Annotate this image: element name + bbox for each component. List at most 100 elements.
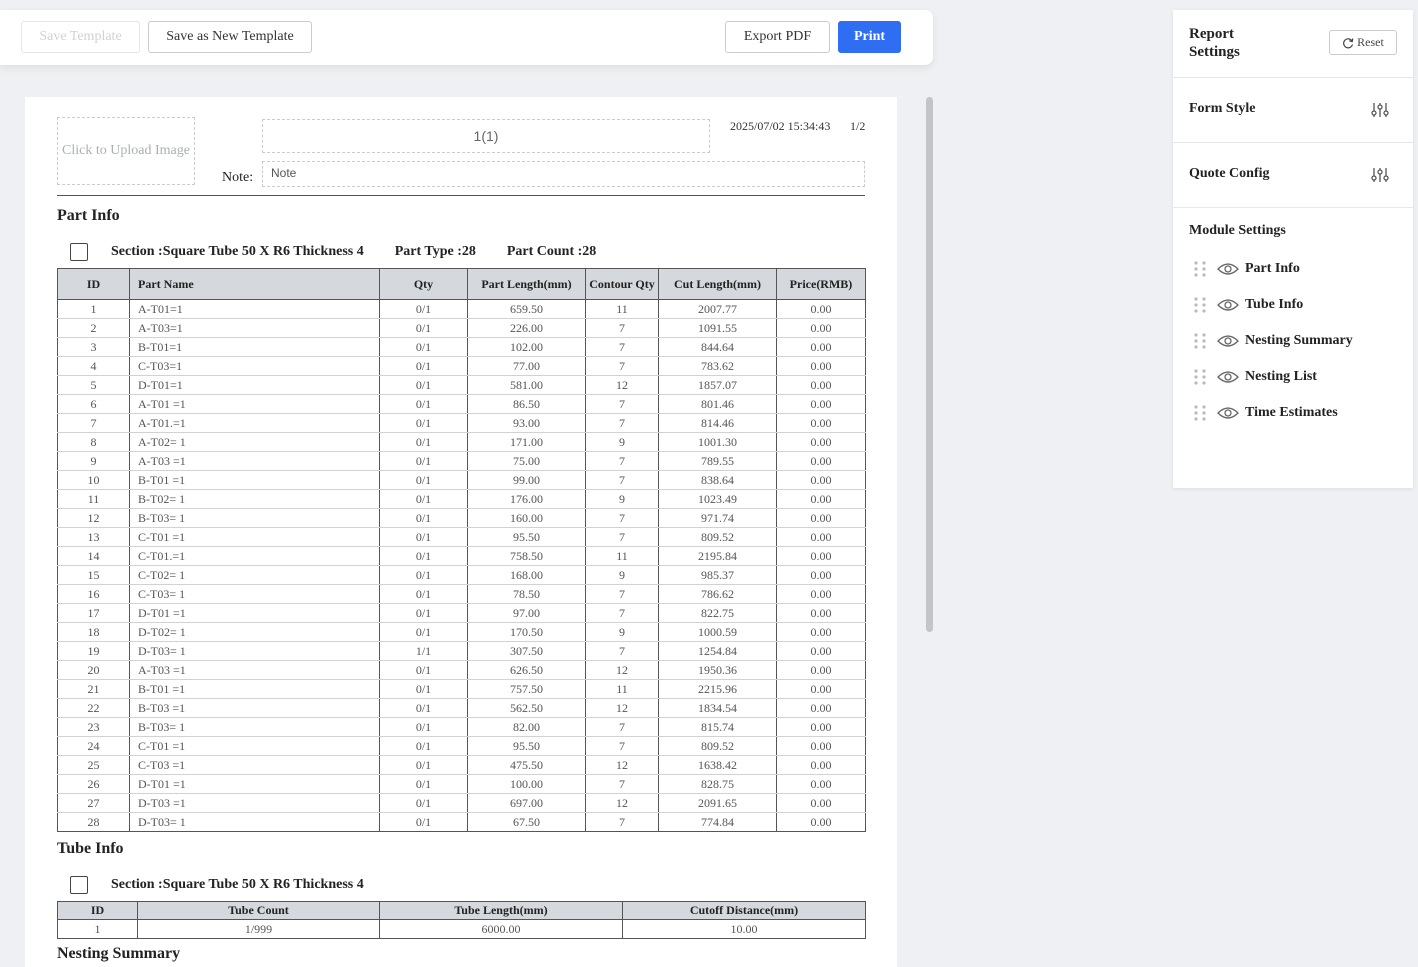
table-cell: 0.00 — [776, 375, 866, 395]
table-cell: 1001.30 — [658, 432, 777, 452]
table-row: 4 C-T03=1 0/1 77.00 7 783.62 0.00 — [57, 356, 866, 376]
table-cell: 11 — [585, 679, 659, 699]
save-template-button[interactable]: Save Template — [21, 21, 140, 53]
nesting-summary-title: Nesting Summary — [57, 945, 181, 962]
col-header: Cut Length(mm) — [658, 268, 777, 300]
table-row: 17 D-T01 =1 0/1 97.00 7 822.75 0.00 — [57, 603, 866, 623]
module-item[interactable]: Part Info — [1193, 260, 1300, 278]
table-cell: 12 — [585, 793, 659, 813]
table-cell: A-T03 =1 — [129, 451, 380, 471]
table-cell: 809.52 — [658, 736, 777, 756]
table-cell: 0/1 — [379, 527, 468, 547]
sliders-icon[interactable] — [1370, 102, 1390, 118]
table-row: 10 B-T01 =1 0/1 99.00 7 838.64 0.00 — [57, 470, 866, 490]
table-cell: 95.50 — [467, 736, 586, 756]
eye-icon[interactable] — [1217, 406, 1239, 420]
table-cell: 0.00 — [776, 565, 866, 585]
drag-handle-icon[interactable] — [1193, 332, 1207, 350]
table-cell: 23 — [57, 717, 130, 737]
module-item[interactable]: Nesting List — [1193, 368, 1317, 386]
note-field[interactable]: Note — [262, 161, 865, 187]
sliders-icon[interactable] — [1370, 167, 1390, 183]
save-as-new-template-button[interactable]: Save as New Template — [148, 21, 312, 53]
table-row: 16 C-T03= 1 0/1 78.50 7 786.62 0.00 — [57, 584, 866, 604]
tube-info-title: Tube Info — [57, 840, 124, 857]
module-item[interactable]: Time Estimates — [1193, 404, 1338, 422]
quote-config-label[interactable]: Quote Config — [1189, 166, 1270, 182]
eye-icon[interactable] — [1217, 370, 1239, 384]
table-cell: C-T03=1 — [129, 356, 380, 376]
eye-icon[interactable] — [1217, 262, 1239, 276]
module-item[interactable]: Nesting Summary — [1193, 332, 1353, 350]
drag-handle-icon[interactable] — [1193, 260, 1207, 278]
table-row: 15 C-T02= 1 0/1 168.00 9 985.37 0.00 — [57, 565, 866, 585]
table-cell: 0/1 — [379, 812, 468, 832]
upload-image-area[interactable]: Click to Upload Image — [57, 117, 195, 185]
table-row: 26 D-T01 =1 0/1 100.00 7 828.75 0.00 — [57, 774, 866, 794]
report-title-field[interactable]: 1(1) — [262, 119, 710, 153]
table-row: 7 A-T01.=1 0/1 93.00 7 814.46 0.00 — [57, 413, 866, 433]
col-header: ID — [57, 268, 130, 300]
table-cell: 0/1 — [379, 717, 468, 737]
table-cell: 7 — [585, 318, 659, 338]
table-cell: B-T03= 1 — [129, 717, 380, 737]
col-header: Part Name — [129, 268, 380, 300]
page-number: 1/2 — [850, 119, 866, 133]
drag-handle-icon[interactable] — [1193, 296, 1207, 314]
table-row: 12 B-T03= 1 0/1 160.00 7 971.74 0.00 — [57, 508, 866, 528]
table-cell: 0.00 — [776, 508, 866, 528]
table-cell: 7 — [585, 337, 659, 357]
report-settings-panel: Report Settings Reset Form Style Quote C… — [1173, 10, 1413, 488]
table-cell: 0/1 — [379, 546, 468, 566]
eye-icon[interactable] — [1217, 298, 1239, 312]
module-item[interactable]: Tube Info — [1193, 296, 1303, 314]
part-info-title: Part Info — [57, 207, 120, 224]
table-cell: 0.00 — [776, 489, 866, 509]
table-cell: 0.00 — [776, 546, 866, 566]
table-cell: 0.00 — [776, 527, 866, 547]
table-cell: 160.00 — [467, 508, 586, 528]
export-pdf-button[interactable]: Export PDF — [725, 21, 830, 53]
table-cell: 838.64 — [658, 470, 777, 490]
table-cell: A-T01=1 — [129, 299, 380, 319]
table-cell: 0/1 — [379, 394, 468, 414]
table-cell: 475.50 — [467, 755, 586, 775]
table-cell: 822.75 — [658, 603, 777, 623]
table-row: 3 B-T01=1 0/1 102.00 7 844.64 0.00 — [57, 337, 866, 357]
table-cell: 7 — [585, 451, 659, 471]
table-cell: 1/999 — [137, 919, 380, 939]
drag-handle-icon[interactable] — [1193, 368, 1207, 386]
table-cell: 0.00 — [776, 717, 866, 737]
part-info-checkbox[interactable] — [70, 243, 88, 261]
table-cell: 67.50 — [467, 812, 586, 832]
table-cell: 0.00 — [776, 413, 866, 433]
drag-handle-icon[interactable] — [1193, 404, 1207, 422]
form-style-label[interactable]: Form Style — [1189, 101, 1255, 117]
table-cell: 0.00 — [776, 356, 866, 376]
note-label: Note: — [222, 170, 254, 185]
part-info-table: ID Part Name Qty Part Length(mm) Contour… — [57, 268, 866, 832]
report-datetime: 2025/07/02 15:34:43 — [730, 119, 831, 133]
table-cell: 9 — [585, 565, 659, 585]
table-cell: D-T01 =1 — [129, 774, 380, 794]
part-count: Part Count :28 — [506, 244, 597, 259]
table-cell: 22 — [57, 698, 130, 718]
table-cell: 581.00 — [467, 375, 586, 395]
table-cell: 25 — [57, 755, 130, 775]
print-button[interactable]: Print — [838, 21, 901, 53]
table-cell: 15 — [57, 565, 130, 585]
top-toolbar: Save Template Save as New Template Expor… — [0, 10, 933, 65]
tube-info-checkbox[interactable] — [70, 876, 88, 894]
table-row: 27 D-T03 =1 0/1 697.00 12 2091.65 0.00 — [57, 793, 866, 813]
report-scrollbar[interactable] — [926, 97, 933, 632]
table-cell: 0/1 — [379, 698, 468, 718]
table-cell: 26 — [57, 774, 130, 794]
eye-icon[interactable] — [1217, 334, 1239, 348]
table-row: 13 C-T01 =1 0/1 95.50 7 809.52 0.00 — [57, 527, 866, 547]
table-cell: 171.00 — [467, 432, 586, 452]
table-cell: D-T03= 1 — [129, 812, 380, 832]
table-cell: 9 — [585, 432, 659, 452]
report-paper: Click to Upload Image 1(1) 2025/07/02 15… — [25, 97, 897, 967]
table-cell: 7 — [585, 413, 659, 433]
reset-button[interactable]: Reset — [1329, 30, 1397, 55]
